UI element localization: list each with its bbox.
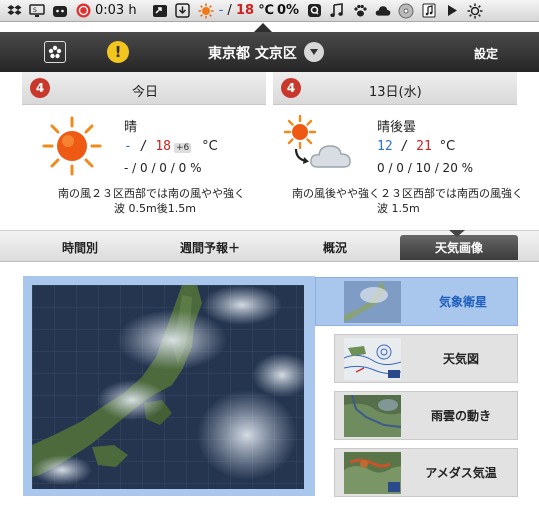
active-tab-caret [449, 230, 465, 237]
today-title: 今日 [132, 85, 159, 100]
today-header: 4 今日 [22, 72, 266, 105]
timer-readout[interactable]: 0:03 h [95, 3, 137, 18]
popover-header: ! 東京都 文京区 設定 [0, 32, 539, 72]
tomorrow-condition: 晴後曇 [377, 120, 417, 135]
tomorrow-wind: 南の風後やや強く２３区西部では南西の風強く [292, 187, 523, 200]
chevron-down-icon [310, 49, 318, 55]
screenshare-icon[interactable] [152, 3, 168, 19]
cat-icon[interactable] [52, 3, 68, 19]
tomorrow-precipitation: 0 / 0 / 10 / 20 % [377, 161, 474, 175]
weather-map-thumbnail [344, 338, 401, 380]
satellite-map-graphic [32, 285, 304, 489]
paw-icon[interactable] [352, 3, 368, 19]
location-name[interactable]: 東京都 文京区 [208, 43, 297, 63]
display-icon[interactable]: S [29, 3, 45, 19]
tomorrow-title: 13日(水) [369, 85, 422, 100]
image-option-label: 天気図 [442, 352, 479, 366]
warning-level-badge[interactable]: 4 [281, 78, 301, 98]
image-option-weather-map[interactable]: 天気図 [334, 334, 518, 383]
sun-then-cloud-icon [284, 115, 351, 168]
menubar-percent[interactable]: 0% [277, 3, 299, 18]
today-waves: 波 0.5m後1.5m [114, 202, 196, 215]
image-option-satellite[interactable]: 気象衛星 [315, 277, 518, 326]
today-condition: 晴 [124, 120, 138, 135]
svg-text:S: S [33, 7, 37, 14]
satellite-thumbnail [344, 281, 401, 323]
tab-weekly[interactable]: 週間予報＋ [160, 235, 260, 260]
dropbox-icon[interactable] [6, 3, 22, 19]
warning-icon[interactable]: ! [107, 41, 129, 63]
tomorrow-temperatures: 12 / 21 °C [377, 139, 456, 154]
today-temperatures: - / 18 +6 °C [124, 139, 218, 154]
tomorrow-waves: 波 1.5m [377, 202, 420, 215]
rain-cloud-thumbnail [344, 395, 401, 437]
location-dropdown-button[interactable] [304, 42, 324, 62]
today-wind: 南の風２３区西部では南の風やや強く [58, 187, 245, 200]
image-option-label: 雨雲の動き [430, 409, 491, 423]
brightness-icon[interactable] [467, 3, 483, 19]
image-option-amedas-temp[interactable]: アメダス気温 [334, 448, 518, 497]
dvd-icon[interactable] [398, 3, 414, 19]
tab-hourly[interactable]: 時間別 [35, 235, 125, 260]
q-icon[interactable] [306, 3, 322, 19]
weather-popover: ! 東京都 文京区 設定 4 今日 4 13日(水) 晴 - / 18 +6 °… [0, 32, 539, 514]
flower-icon [48, 45, 62, 59]
image-option-label: アメダス気温 [425, 466, 497, 480]
image-option-rain-cloud[interactable]: 雨雲の動き [334, 391, 518, 440]
menubar-weather-temp[interactable]: - / 18 ℃ [219, 3, 274, 18]
popover-caret [254, 23, 272, 32]
image-option-label: 気象衛星 [438, 295, 487, 309]
menu-bar: S 0:03 h - / 18 ℃ 0% [0, 0, 539, 22]
tab-weather-images[interactable]: 天気画像 [400, 235, 518, 260]
play-icon[interactable] [444, 3, 460, 19]
download-icon[interactable] [175, 3, 191, 19]
satellite-image[interactable] [32, 285, 304, 489]
temp-diff-badge: +6 [173, 143, 192, 153]
sun-icon [42, 116, 102, 176]
tab-overview[interactable]: 概況 [290, 235, 380, 260]
tomorrow-header: 4 13日(水) [273, 72, 517, 105]
app-logo-button[interactable] [44, 41, 66, 63]
sun-weather-icon[interactable] [198, 3, 214, 19]
settings-button[interactable]: 設定 [474, 45, 498, 62]
cloud-icon[interactable] [375, 3, 391, 19]
today-precipitation: - / 0 / 0 / 0 % [124, 161, 202, 175]
record-icon[interactable] [75, 3, 91, 19]
music-icon[interactable] [421, 3, 437, 19]
warning-level-badge[interactable]: 4 [30, 78, 50, 98]
music-note-icon[interactable] [329, 3, 345, 19]
amedas-temp-thumbnail [344, 452, 401, 494]
